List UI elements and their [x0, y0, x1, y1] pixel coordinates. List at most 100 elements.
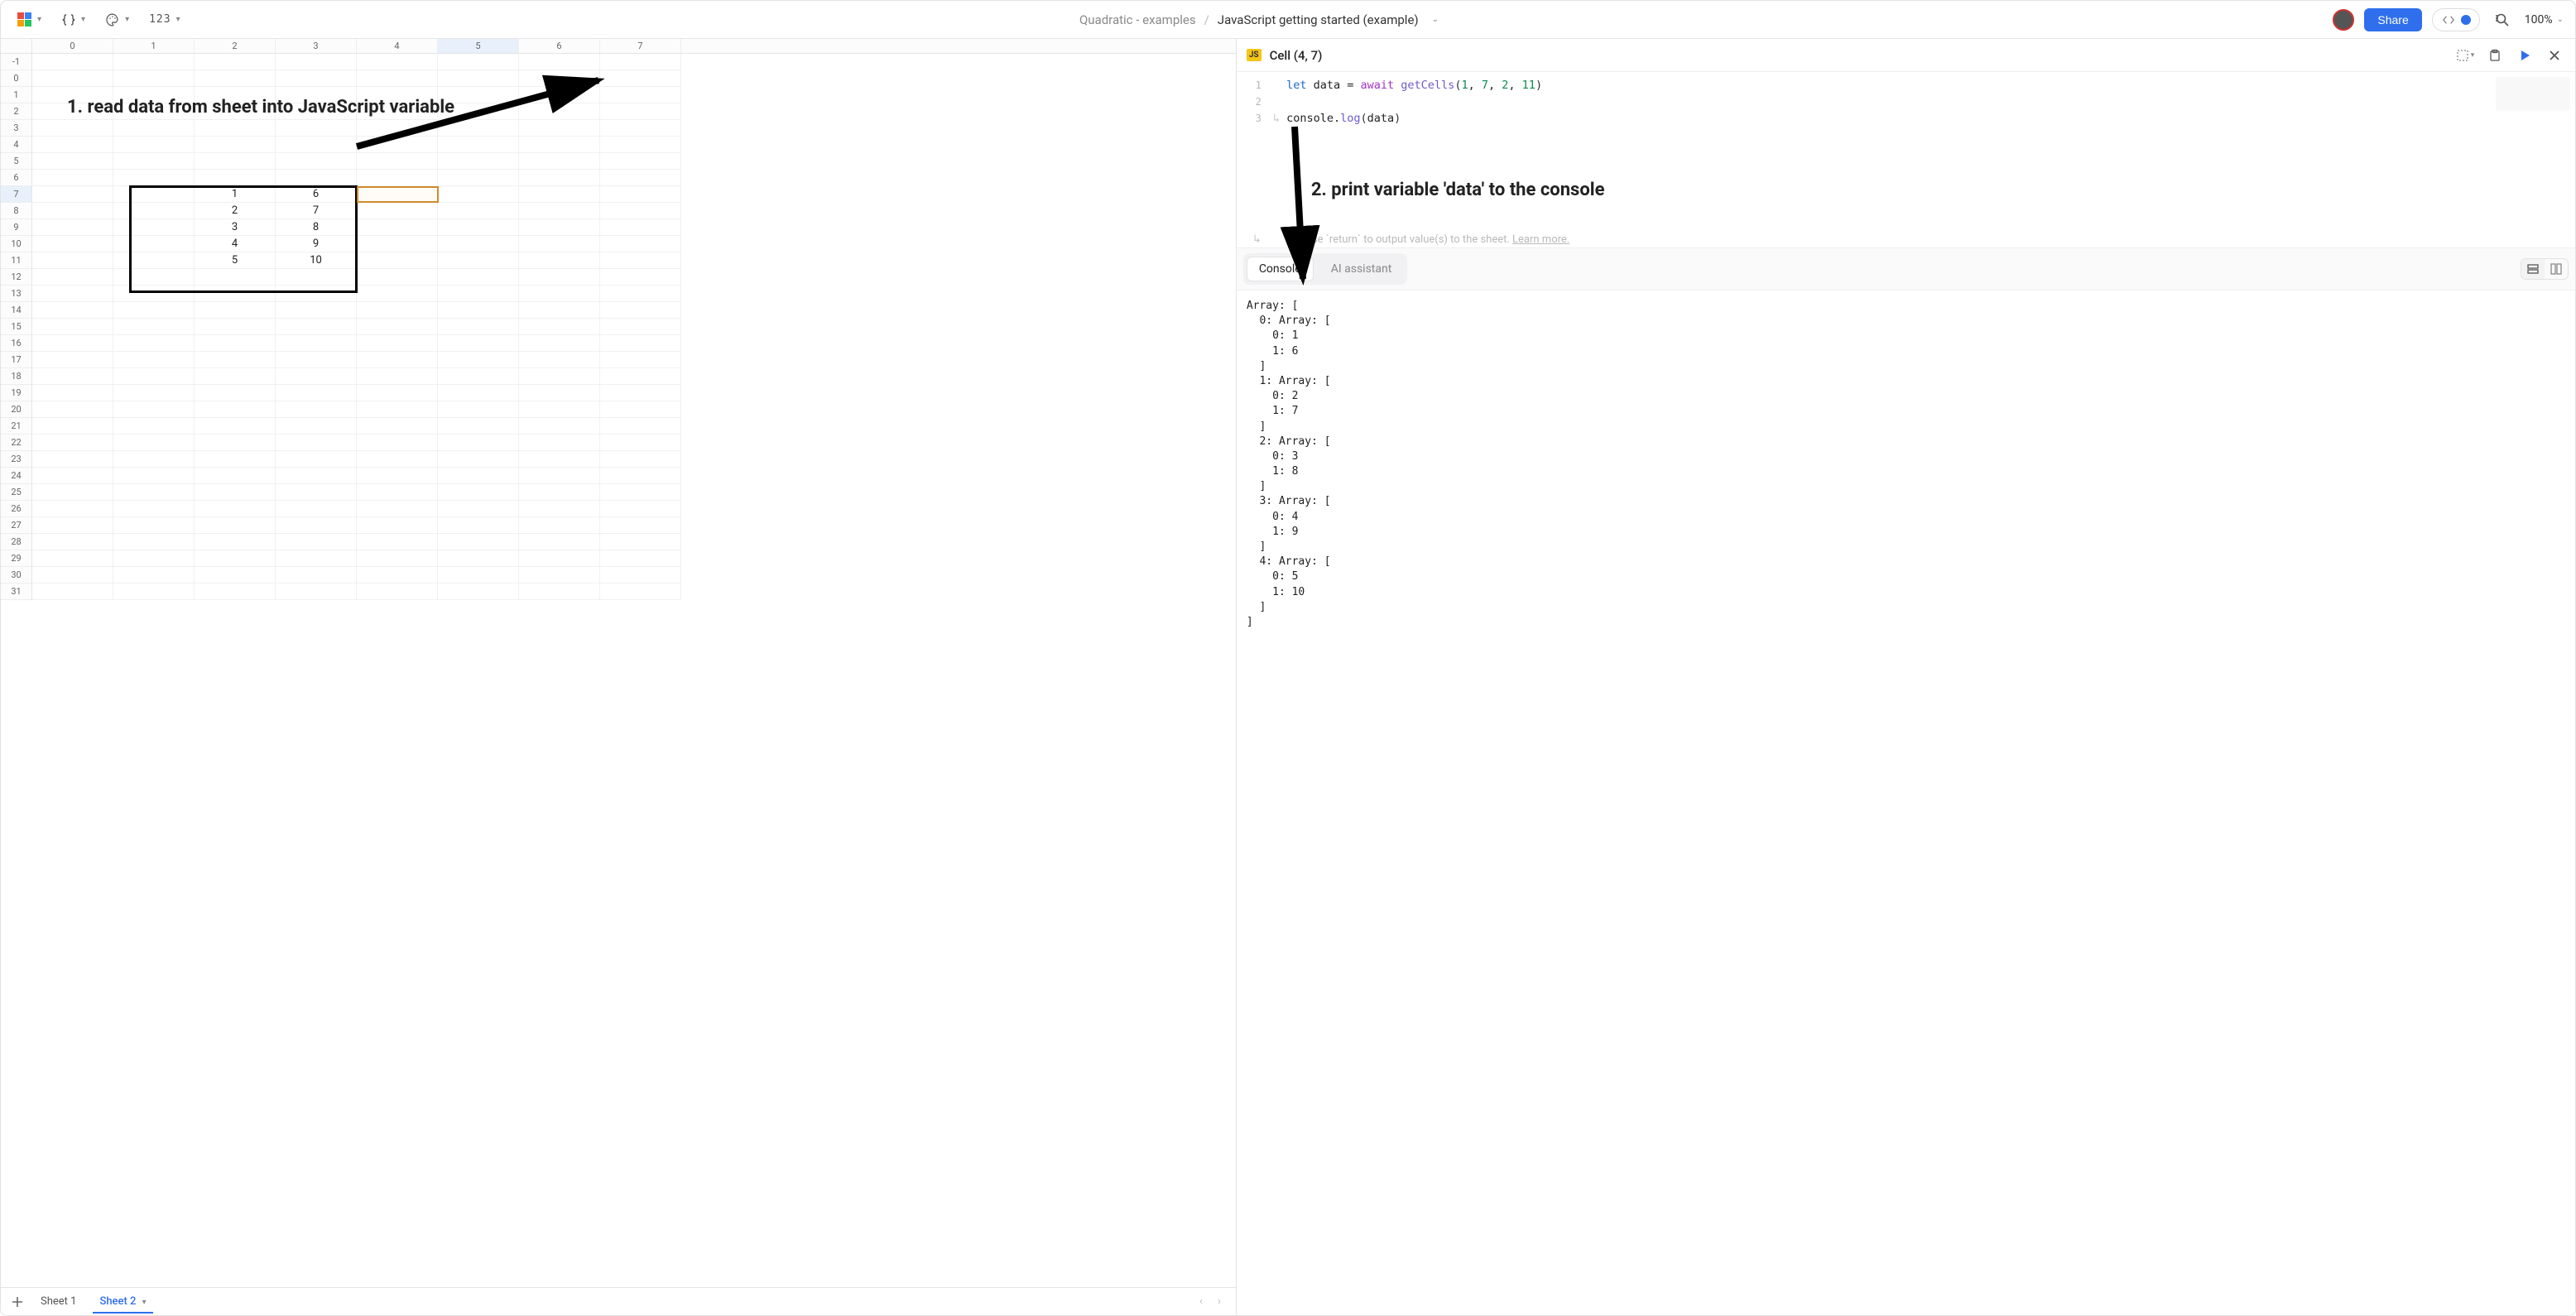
row-header[interactable]: 5 [1, 153, 32, 170]
cell[interactable] [113, 186, 195, 203]
row-header[interactable]: 0 [1, 70, 32, 87]
cell[interactable] [276, 269, 357, 286]
cell[interactable] [113, 252, 195, 269]
cell[interactable] [113, 302, 195, 319]
cell[interactable] [195, 153, 276, 170]
cell[interactable] [600, 352, 681, 368]
cell[interactable] [357, 501, 438, 517]
cell[interactable] [276, 435, 357, 451]
col-header[interactable]: 3 [276, 39, 357, 53]
cell[interactable] [357, 137, 438, 153]
cell[interactable] [357, 335, 438, 352]
cell[interactable] [113, 269, 195, 286]
cell[interactable] [32, 153, 113, 170]
cell[interactable] [113, 501, 195, 517]
project-name[interactable]: Quadratic - examples [1079, 12, 1196, 27]
cell[interactable] [438, 103, 519, 120]
cell[interactable] [519, 484, 600, 501]
cell[interactable] [113, 550, 195, 567]
row-header[interactable]: 20 [1, 401, 32, 418]
cell[interactable] [357, 584, 438, 600]
sheet-tab-2[interactable]: Sheet 2 ▾ [89, 1290, 156, 1313]
row-header[interactable]: 22 [1, 435, 32, 451]
selection-tool-button[interactable]: ▾ [2454, 45, 2476, 66]
cell[interactable] [276, 418, 357, 435]
cell[interactable] [113, 368, 195, 385]
cell[interactable] [600, 302, 681, 319]
cell[interactable] [600, 186, 681, 203]
col-header[interactable]: 6 [519, 39, 600, 53]
row-header[interactable]: 3 [1, 120, 32, 137]
cell[interactable] [438, 501, 519, 517]
cell[interactable] [113, 534, 195, 550]
cell[interactable] [600, 269, 681, 286]
cell[interactable] [276, 335, 357, 352]
cell[interactable] [357, 451, 438, 468]
close-code-button[interactable] [2544, 45, 2565, 66]
clipboard-button[interactable] [2484, 45, 2506, 66]
cell[interactable] [113, 87, 195, 103]
cell[interactable] [438, 567, 519, 584]
cell[interactable] [195, 103, 276, 120]
cell[interactable] [113, 418, 195, 435]
cell[interactable] [600, 418, 681, 435]
cell[interactable] [438, 335, 519, 352]
cell[interactable]: 6 [276, 186, 357, 203]
cell[interactable] [195, 584, 276, 600]
cell[interactable] [438, 484, 519, 501]
cell[interactable] [32, 517, 113, 534]
cell[interactable] [276, 584, 357, 600]
sheet-prev-button[interactable]: ‹ [1199, 1295, 1203, 1308]
cell[interactable] [276, 170, 357, 186]
cell[interactable] [32, 120, 113, 137]
row-header[interactable]: 16 [1, 335, 32, 352]
cell[interactable] [195, 468, 276, 484]
cell[interactable] [32, 87, 113, 103]
cell[interactable] [32, 385, 113, 401]
cell[interactable]: 2 [195, 203, 276, 219]
row-header[interactable]: 29 [1, 550, 32, 567]
cell[interactable] [357, 269, 438, 286]
cell[interactable]: 8 [276, 219, 357, 236]
cell[interactable] [600, 236, 681, 252]
cell[interactable] [276, 153, 357, 170]
cell[interactable] [276, 352, 357, 368]
cell[interactable] [113, 54, 195, 70]
cell[interactable] [438, 219, 519, 236]
cell[interactable]: 4 [195, 236, 276, 252]
row-header[interactable]: 6 [1, 170, 32, 186]
cell[interactable] [32, 352, 113, 368]
cell[interactable] [113, 401, 195, 418]
cell[interactable] [276, 451, 357, 468]
cell[interactable] [32, 584, 113, 600]
cell[interactable] [276, 567, 357, 584]
cell[interactable] [600, 70, 681, 87]
cell[interactable] [519, 534, 600, 550]
col-header[interactable]: 5 [438, 39, 519, 53]
cell[interactable] [438, 54, 519, 70]
cell[interactable] [276, 401, 357, 418]
row-header[interactable]: -1 [1, 54, 32, 70]
layout-vertical-button[interactable] [2545, 259, 2568, 279]
cell[interactable] [357, 435, 438, 451]
row-header[interactable]: 17 [1, 352, 32, 368]
cell[interactable] [195, 534, 276, 550]
cell[interactable] [438, 137, 519, 153]
cell[interactable] [276, 54, 357, 70]
cell[interactable] [438, 252, 519, 269]
cell[interactable] [357, 401, 438, 418]
cell[interactable] [357, 468, 438, 484]
cell[interactable] [32, 418, 113, 435]
cell[interactable] [113, 153, 195, 170]
cell[interactable] [32, 54, 113, 70]
cell[interactable] [519, 468, 600, 484]
cell[interactable] [357, 385, 438, 401]
cell[interactable] [195, 70, 276, 87]
cell[interactable] [600, 335, 681, 352]
row-header[interactable]: 26 [1, 501, 32, 517]
cell[interactable] [600, 286, 681, 302]
cell[interactable] [357, 550, 438, 567]
cell[interactable] [195, 435, 276, 451]
cell[interactable] [519, 451, 600, 468]
cell[interactable] [357, 352, 438, 368]
